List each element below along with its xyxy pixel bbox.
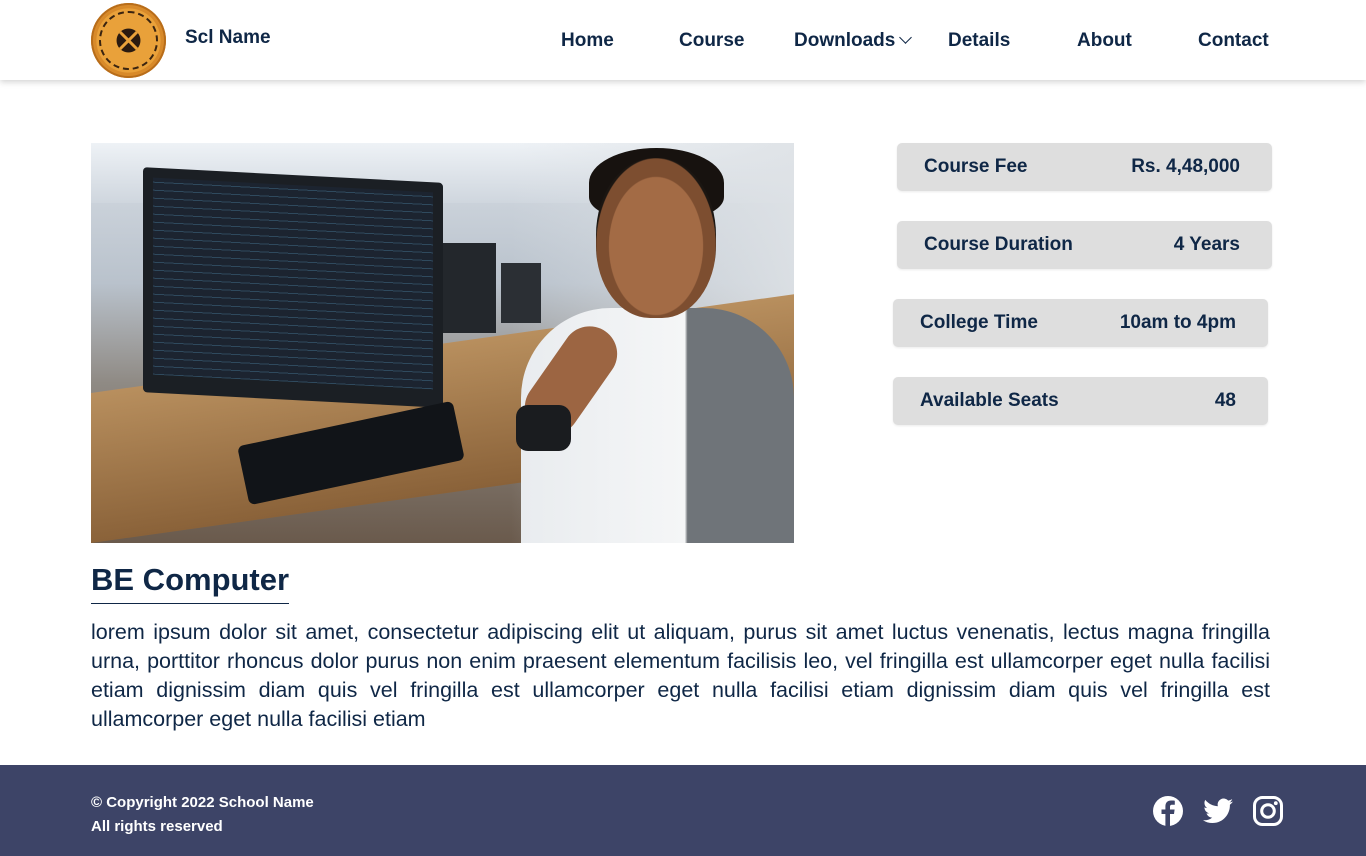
- photo-monitor-far: [501, 263, 541, 323]
- footer-copyright-block: © Copyright 2022 School Name All rights …: [91, 791, 314, 839]
- rights-text: All rights reserved: [91, 818, 223, 835]
- info-value: Rs. 4,48,000: [1131, 156, 1240, 177]
- info-available-seats: Available Seats 48: [893, 377, 1268, 425]
- photo-screen: [153, 177, 433, 390]
- site-footer: © Copyright 2022 School Name All rights …: [0, 765, 1366, 856]
- nav-home[interactable]: Home: [561, 30, 614, 54]
- facebook-icon[interactable]: [1152, 795, 1184, 827]
- site-header: Scl Name Home Course Downloads Details A…: [0, 0, 1366, 80]
- twitter-icon[interactable]: [1202, 795, 1234, 827]
- school-logo[interactable]: [91, 3, 166, 78]
- photo-watch: [516, 405, 571, 451]
- nav-downloads-label: Downloads: [794, 30, 896, 51]
- info-value: 4 Years: [1173, 234, 1240, 255]
- info-course-duration: Course Duration 4 Years: [897, 221, 1272, 269]
- photo-person-head: [596, 158, 716, 318]
- copyright-text: © Copyright 2022 School Name: [91, 794, 314, 811]
- nav-course[interactable]: Course: [679, 30, 744, 54]
- course-title: BE Computer: [91, 561, 290, 604]
- info-value: 10am to 4pm: [1119, 312, 1236, 333]
- info-label: Course Fee: [924, 156, 1028, 177]
- info-college-time: College Time 10am to 4pm: [893, 299, 1268, 347]
- info-value: 48: [1214, 390, 1236, 411]
- photo-monitor: [143, 167, 443, 408]
- course-description: lorem ipsum dolor sit amet, consectetur …: [91, 620, 1270, 731]
- instagram-icon[interactable]: [1252, 795, 1284, 827]
- nav-contact[interactable]: Contact: [1198, 30, 1269, 54]
- brand-name[interactable]: Scl Name: [185, 27, 271, 49]
- nav-details[interactable]: Details: [948, 30, 1010, 54]
- info-course-fee: Course Fee Rs. 4,48,000: [897, 143, 1272, 191]
- nav-about[interactable]: About: [1077, 30, 1132, 54]
- chevron-down-icon: [899, 31, 913, 44]
- info-label: College Time: [920, 312, 1038, 333]
- info-label: Course Duration: [924, 234, 1073, 255]
- info-label: Available Seats: [920, 390, 1059, 411]
- logo-emblem-icon: [118, 30, 139, 51]
- course-photo: [91, 143, 794, 543]
- nav-downloads[interactable]: Downloads: [794, 30, 913, 54]
- photo-monitor-back: [436, 243, 496, 333]
